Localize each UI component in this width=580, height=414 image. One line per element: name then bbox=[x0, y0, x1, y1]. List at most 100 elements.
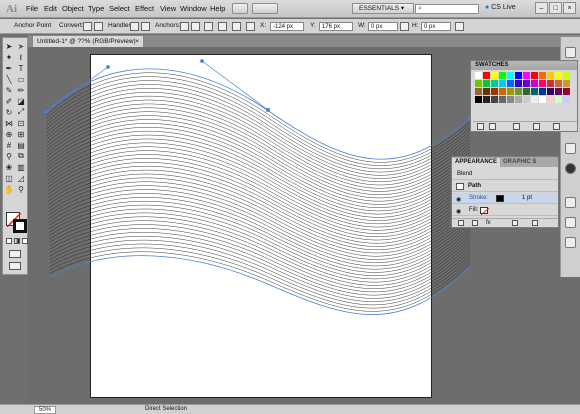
appearance-blend-row[interactable]: Blend bbox=[452, 169, 558, 180]
color-swatch[interactable] bbox=[507, 88, 514, 95]
color-swatch[interactable] bbox=[531, 96, 538, 103]
scale-tool-icon[interactable]: ⤢ bbox=[16, 107, 26, 117]
color-swatch[interactable] bbox=[555, 80, 562, 87]
tab-appearance[interactable]: APPEARANCE bbox=[452, 158, 501, 167]
color-swatch[interactable] bbox=[539, 72, 546, 79]
color-swatch[interactable] bbox=[563, 88, 570, 95]
color-swatch[interactable] bbox=[491, 96, 498, 103]
color-swatch[interactable] bbox=[475, 88, 482, 95]
type-tool-icon[interactable]: T bbox=[16, 63, 26, 73]
brushes-panel-icon[interactable] bbox=[565, 143, 576, 154]
new-swatch-icon[interactable] bbox=[513, 123, 520, 130]
blend-tool-icon[interactable]: ⧉ bbox=[16, 151, 26, 161]
color-swatch[interactable] bbox=[547, 96, 554, 103]
convert-corner-icon[interactable] bbox=[83, 22, 92, 31]
color-swatch[interactable] bbox=[491, 80, 498, 87]
column-graph-tool-icon[interactable]: ▥ bbox=[16, 162, 26, 172]
h-field[interactable]: 0 px bbox=[421, 22, 451, 31]
menu-window[interactable]: Window bbox=[180, 4, 207, 13]
slice-tool-icon[interactable]: ◿ bbox=[16, 173, 26, 183]
new-group-icon[interactable] bbox=[533, 123, 540, 130]
shape-builder-tool-icon[interactable]: ⊕ bbox=[4, 129, 14, 139]
stroke-swatch[interactable] bbox=[13, 219, 27, 233]
rotate-tool-icon[interactable]: ↻ bbox=[4, 107, 14, 117]
color-swatch[interactable] bbox=[547, 72, 554, 79]
width-tool-icon[interactable]: ⋈ bbox=[4, 118, 14, 128]
rectangle-tool-icon[interactable]: ▭ bbox=[16, 74, 26, 84]
stroke-weight-value[interactable]: 1 pt bbox=[522, 193, 532, 204]
color-swatch[interactable] bbox=[547, 88, 554, 95]
screen-mode-icon[interactable] bbox=[9, 262, 21, 270]
appearance-path-row[interactable]: Path bbox=[452, 181, 558, 192]
color-swatch[interactable] bbox=[539, 88, 546, 95]
color-swatch[interactable] bbox=[531, 72, 538, 79]
connect-anchor-icon[interactable] bbox=[191, 22, 200, 31]
color-swatch[interactable] bbox=[523, 88, 530, 95]
color-swatch[interactable] bbox=[555, 88, 562, 95]
menu-effect[interactable]: Effect bbox=[135, 4, 154, 13]
menu-select[interactable]: Select bbox=[109, 4, 130, 13]
fill-color-swatch[interactable] bbox=[480, 207, 489, 215]
color-swatch[interactable] bbox=[483, 88, 490, 95]
color-swatch[interactable] bbox=[507, 96, 514, 103]
color-swatch[interactable] bbox=[475, 80, 482, 87]
color-swatch[interactable] bbox=[523, 96, 530, 103]
gradient-mode-icon[interactable] bbox=[14, 238, 20, 244]
line-tool-icon[interactable]: ╲ bbox=[4, 74, 14, 84]
close-tab-icon[interactable]: × bbox=[135, 36, 139, 47]
close-button[interactable]: × bbox=[563, 2, 576, 14]
color-swatch[interactable] bbox=[499, 72, 506, 79]
selection-tool-icon[interactable]: ➤ bbox=[4, 41, 14, 51]
color-swatch[interactable] bbox=[515, 72, 522, 79]
color-swatch[interactable] bbox=[483, 96, 490, 103]
color-swatch[interactable] bbox=[531, 80, 538, 87]
draw-mode-icon[interactable] bbox=[9, 250, 21, 258]
status-tool-label[interactable]: Direct Selection bbox=[145, 406, 187, 412]
color-swatch[interactable] bbox=[523, 72, 530, 79]
arrange-documents-button[interactable] bbox=[252, 3, 278, 14]
artboard-tool-icon[interactable]: ◫ bbox=[4, 173, 14, 183]
color-swatch[interactable] bbox=[499, 80, 506, 87]
free-transform-tool-icon[interactable]: ⊡ bbox=[16, 118, 26, 128]
zoom-level[interactable]: 50% bbox=[34, 406, 57, 414]
minimize-button[interactable]: – bbox=[535, 2, 548, 14]
paintbrush-tool-icon[interactable]: ✎ bbox=[4, 85, 14, 95]
document-tab[interactable]: Untitled-1* @ ??% (RGB/Preview) × bbox=[32, 35, 144, 47]
stroke-panel-icon[interactable] bbox=[565, 197, 576, 208]
x-field[interactable]: -124 px bbox=[270, 22, 304, 31]
color-swatch[interactable] bbox=[491, 72, 498, 79]
symbols-panel-icon[interactable] bbox=[565, 163, 576, 174]
w-field[interactable]: 0 px bbox=[368, 22, 398, 31]
panel-menu-icon[interactable] bbox=[455, 22, 464, 31]
isolate-icon[interactable] bbox=[218, 22, 227, 31]
color-swatch[interactable] bbox=[491, 88, 498, 95]
eyedropper-tool-icon[interactable]: ⚲ bbox=[4, 151, 14, 161]
appearance-fill-row[interactable]: ◉ Fill: bbox=[452, 205, 558, 216]
constrain-icon[interactable] bbox=[400, 22, 409, 31]
stroke-color-swatch[interactable] bbox=[496, 195, 504, 202]
hand-tool-icon[interactable]: ✋ bbox=[4, 184, 14, 194]
color-swatch[interactable] bbox=[483, 72, 490, 79]
eraser-tool-icon[interactable]: ◪ bbox=[16, 96, 26, 106]
maximize-button[interactable]: □ bbox=[549, 2, 562, 14]
direct-selection-tool-icon[interactable]: ➤ bbox=[16, 41, 26, 51]
remove-anchor-icon[interactable] bbox=[180, 22, 189, 31]
color-swatch[interactable] bbox=[539, 80, 546, 87]
hide-handles-icon[interactable] bbox=[141, 22, 150, 31]
color-mode-icon[interactable] bbox=[6, 238, 12, 244]
color-swatch[interactable] bbox=[507, 80, 514, 87]
mesh-tool-icon[interactable]: # bbox=[4, 140, 14, 150]
color-swatch[interactable] bbox=[555, 96, 562, 103]
color-swatch[interactable] bbox=[563, 96, 570, 103]
eye-icon[interactable]: ◉ bbox=[456, 207, 461, 218]
cut-path-icon[interactable] bbox=[204, 22, 213, 31]
layers-panel-icon[interactable] bbox=[565, 217, 576, 228]
color-swatch[interactable] bbox=[483, 80, 490, 87]
symbol-sprayer-tool-icon[interactable]: ❀ bbox=[4, 162, 14, 172]
stroke-label[interactable]: Stroke: bbox=[469, 195, 488, 201]
color-swatch[interactable] bbox=[563, 72, 570, 79]
color-swatch[interactable] bbox=[531, 88, 538, 95]
perspective-grid-tool-icon[interactable]: ⊞ bbox=[16, 129, 26, 139]
add-effect-icon[interactable]: fx bbox=[486, 220, 491, 226]
color-swatch[interactable] bbox=[499, 88, 506, 95]
